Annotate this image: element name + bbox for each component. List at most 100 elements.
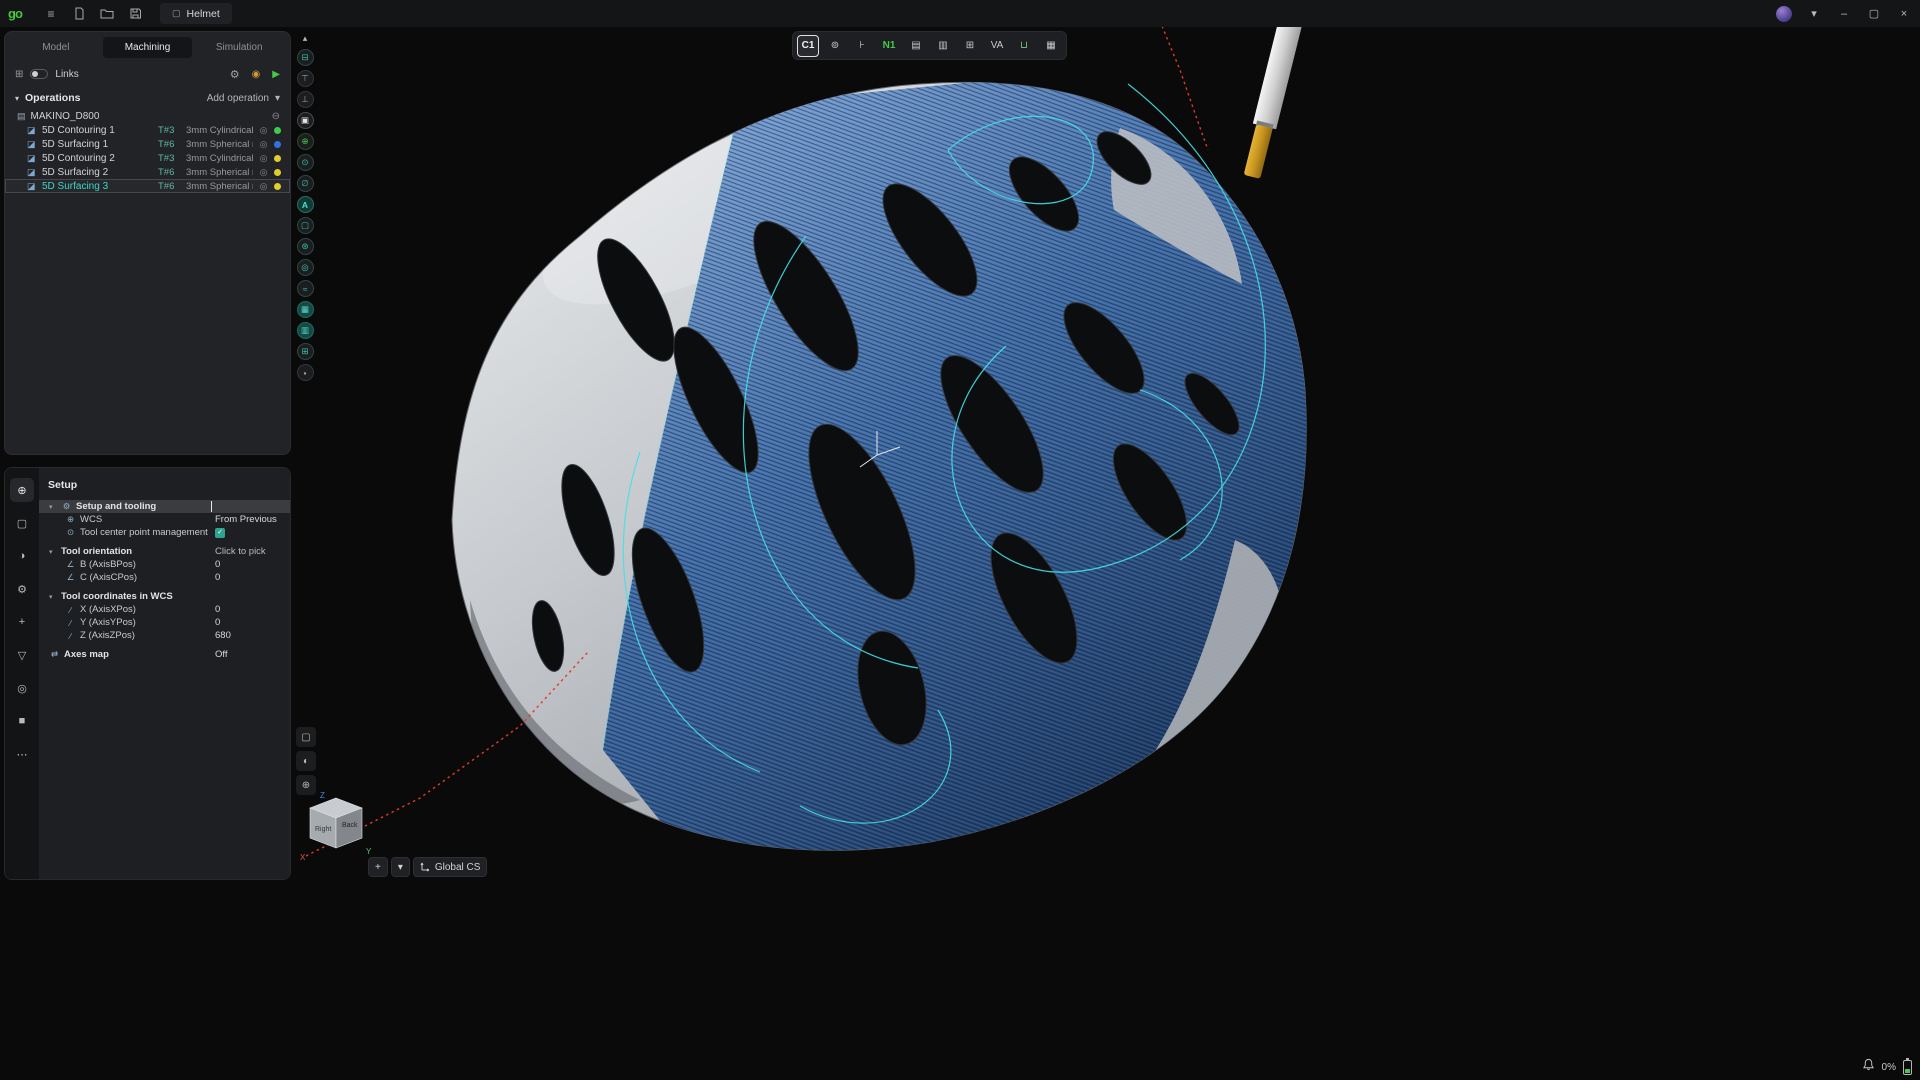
quick-toolbar-icon[interactable]: ⊔ bbox=[1013, 35, 1035, 57]
remove-machine-icon[interactable]: ⊖ bbox=[272, 111, 280, 122]
collapse-toolbar-icon[interactable]: ▴ bbox=[303, 33, 308, 49]
category-icon[interactable]: ⊕ bbox=[10, 478, 34, 502]
wcs-row[interactable]: ⊕ WCS From Previous bbox=[39, 513, 290, 526]
minimize-button[interactable]: – bbox=[1836, 8, 1852, 20]
target-icon[interactable]: ◎ bbox=[257, 181, 270, 192]
add-cs-button[interactable]: + bbox=[368, 857, 388, 877]
links-toggle[interactable] bbox=[30, 69, 48, 79]
links-panel-icon[interactable]: ⊞ bbox=[15, 69, 23, 80]
run-operations-button[interactable]: ▶ bbox=[272, 69, 280, 80]
axis-b-value[interactable]: 0 bbox=[215, 559, 220, 570]
axis-c-row[interactable]: ∠ C (AxisCPos) 0 bbox=[39, 571, 290, 584]
toolbar-icon[interactable]: ⊛ bbox=[297, 238, 314, 255]
view-control-icon[interactable]: ▢ bbox=[296, 727, 316, 747]
view-control-icon[interactable]: ◐ bbox=[296, 751, 316, 771]
quick-toolbar-icon[interactable]: VA bbox=[986, 35, 1008, 57]
quick-toolbar-icon[interactable]: ▤ bbox=[905, 35, 927, 57]
visibility-icon[interactable]: ◉ bbox=[252, 69, 261, 80]
toolbar-icon-glyph: A bbox=[302, 200, 308, 210]
category-icon[interactable]: ◑ bbox=[10, 544, 34, 568]
toolbar-icon[interactable]: ⊤ bbox=[297, 70, 314, 87]
cs-selector[interactable]: Global CS bbox=[413, 857, 488, 877]
user-avatar[interactable] bbox=[1776, 6, 1792, 22]
toolbar-icon[interactable]: ⊥ bbox=[297, 91, 314, 108]
axis-y-value[interactable]: 0 bbox=[215, 617, 220, 628]
axis-z-value[interactable]: 680 bbox=[215, 630, 231, 641]
quick-toolbar-icon[interactable]: ⊦ bbox=[851, 35, 873, 57]
toolbar-icon[interactable]: ▥ bbox=[297, 322, 314, 339]
toolbar-icon[interactable]: ≈ bbox=[297, 280, 314, 297]
axis-x-value[interactable]: 0 bbox=[215, 604, 220, 615]
tool-coordinates-section[interactable]: ▾ Tool coordinates in WCS bbox=[39, 590, 290, 603]
operations-settings-icon[interactable]: ⚙ bbox=[230, 68, 240, 81]
axis-c-value[interactable]: 0 bbox=[215, 572, 220, 583]
section-label: Setup and tooling bbox=[76, 501, 156, 512]
axis-b-row[interactable]: ∠ B (AxisBPos) 0 bbox=[39, 558, 290, 571]
toolbar-icon[interactable]: ▦ bbox=[297, 301, 314, 318]
operation-row[interactable]: ◪ 5D Surfacing 1 T#6 3mm Spherical mill … bbox=[5, 137, 290, 151]
cube-face-back[interactable]: Back bbox=[342, 822, 358, 829]
operation-row[interactable]: ◪ 5D Contouring 2 T#3 3mm Cylindrical mi… bbox=[5, 151, 290, 165]
cs-dropdown-chevron[interactable]: ▾ bbox=[391, 857, 410, 877]
target-icon[interactable]: ◎ bbox=[257, 167, 270, 178]
toolbar-icon[interactable]: ▢ bbox=[297, 217, 314, 234]
category-icon[interactable]: ⚙ bbox=[10, 577, 34, 601]
tool-orientation-section[interactable]: ▾ Tool orientation Click to pick bbox=[39, 545, 290, 558]
target-icon[interactable]: ◎ bbox=[257, 139, 270, 150]
wcs-value[interactable]: From Previous bbox=[215, 514, 277, 525]
tcpm-checkbox[interactable]: ✓ bbox=[215, 528, 225, 538]
maximize-button[interactable]: ▢ bbox=[1866, 7, 1882, 20]
notifications-bell-icon[interactable] bbox=[1862, 1058, 1875, 1076]
tool-orientation-value[interactable]: Click to pick bbox=[215, 546, 266, 557]
quick-toolbar-icon[interactable]: ▦ bbox=[1040, 35, 1062, 57]
axis-z-row[interactable]: ∕ Z (AxisZPos) 680 bbox=[39, 629, 290, 642]
quick-toolbar-icon[interactable]: N1 bbox=[878, 35, 900, 57]
document-tab[interactable]: ▢ Helmet bbox=[160, 3, 232, 24]
toolbar-icon[interactable]: ⊕ bbox=[297, 133, 314, 150]
axis-x-row[interactable]: ∕ X (AxisXPos) 0 bbox=[39, 603, 290, 616]
add-operation-button[interactable]: Add operation ▾ bbox=[207, 93, 280, 104]
toolbar-icon[interactable]: ⊟ bbox=[297, 49, 314, 66]
operation-row[interactable]: ◪ 5D Contouring 1 T#3 3mm Cylindrical mi… bbox=[5, 123, 290, 137]
category-icon[interactable]: ▢ bbox=[10, 511, 34, 535]
save-icon[interactable] bbox=[126, 5, 144, 23]
quick-toolbar-icon[interactable]: ⊚ bbox=[824, 35, 846, 57]
mode-tab[interactable]: Model bbox=[11, 37, 101, 58]
operation-tool-number: T#6 bbox=[158, 167, 182, 178]
chevron-down-icon[interactable]: ▾ bbox=[15, 94, 19, 103]
cube-face-right[interactable]: Right bbox=[315, 826, 331, 833]
close-button[interactable]: × bbox=[1896, 8, 1912, 20]
operation-row[interactable]: ◪ 5D Surfacing 3 T#6 3mm Spherical mill … bbox=[5, 179, 290, 193]
quick-toolbar-icon-glyph: C1 bbox=[802, 40, 815, 51]
target-icon[interactable]: ◎ bbox=[257, 125, 270, 136]
operation-row[interactable]: ◪ 5D Surfacing 2 T#6 3mm Spherical mill … bbox=[5, 165, 290, 179]
main-menu-icon[interactable]: ≡ bbox=[42, 5, 60, 23]
toolbar-icon[interactable]: A bbox=[297, 196, 314, 213]
category-icon[interactable]: ◎ bbox=[10, 676, 34, 700]
account-chevron-icon[interactable]: ▾ bbox=[1806, 7, 1822, 20]
mode-tab[interactable]: Simulation bbox=[194, 37, 284, 58]
axes-map-row[interactable]: ⇄ Axes map Off bbox=[39, 648, 290, 661]
quick-toolbar-icon[interactable]: ⊞ bbox=[959, 35, 981, 57]
target-icon[interactable]: ◎ bbox=[257, 153, 270, 164]
quick-toolbar-icon[interactable]: C1 bbox=[797, 35, 819, 57]
category-icon[interactable]: ⋯ bbox=[10, 742, 34, 766]
setup-and-tooling-section[interactable]: ▾ ⚙ Setup and tooling bbox=[39, 500, 290, 513]
tcpm-row[interactable]: ⊙ Tool center point management ✓ bbox=[39, 526, 290, 539]
toolbar-icon[interactable]: ⊙ bbox=[297, 154, 314, 171]
axes-map-value[interactable]: Off bbox=[215, 649, 228, 660]
toolbar-icon[interactable]: ◎ bbox=[297, 259, 314, 276]
toolbar-icon[interactable]: ▣ bbox=[297, 112, 314, 129]
machine-row[interactable]: ▤ MAKINO_D800 ⊖ bbox=[5, 109, 290, 123]
axis-y-row[interactable]: ∕ Y (AxisYPos) 0 bbox=[39, 616, 290, 629]
toolbar-icon[interactable]: ⊞ bbox=[297, 343, 314, 360]
toolbar-icon[interactable]: ▪ bbox=[297, 364, 314, 381]
mode-tab[interactable]: Machining bbox=[103, 37, 193, 58]
quick-toolbar-icon[interactable]: ▥ bbox=[932, 35, 954, 57]
open-folder-icon[interactable] bbox=[98, 5, 116, 23]
category-icon[interactable]: + bbox=[10, 610, 34, 634]
toolbar-icon[interactable]: ∅ bbox=[297, 175, 314, 192]
new-file-icon[interactable] bbox=[70, 5, 88, 23]
category-icon[interactable]: ▽ bbox=[10, 643, 34, 667]
category-icon[interactable]: ■ bbox=[10, 709, 34, 733]
